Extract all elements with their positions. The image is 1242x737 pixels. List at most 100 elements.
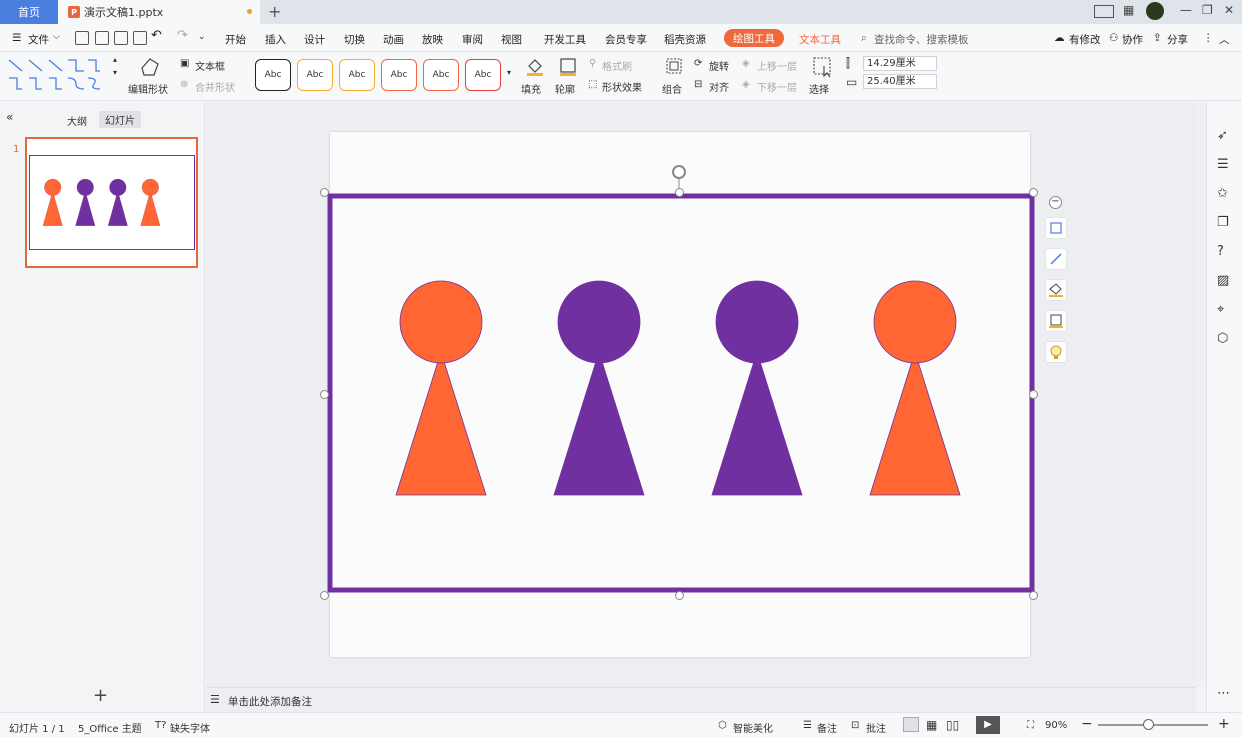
hamburger-icon[interactable]: ☰ (12, 32, 21, 44)
connector-gallery[interactable] (6, 56, 118, 94)
menu-review[interactable]: 审阅 (462, 32, 483, 47)
shape-style-5[interactable]: Abc (423, 59, 459, 91)
missing-font-button[interactable]: 缺失字体 (170, 720, 210, 735)
text-box-button[interactable]: 文本框 (195, 58, 225, 73)
image-icon[interactable]: ▨ (1217, 273, 1229, 288)
lightbulb-float-icon[interactable] (1045, 341, 1067, 363)
help-icon[interactable]: ? (1217, 244, 1224, 259)
zoom-level[interactable]: 90% (1045, 720, 1067, 731)
bring-forward-button[interactable]: 上移一层 (757, 58, 797, 73)
star-icon[interactable]: ✩ (1217, 186, 1228, 201)
comments-button[interactable]: 批注 (866, 720, 886, 735)
notes-bar[interactable]: ☰ 单击此处添加备注 (206, 687, 1196, 712)
merge-shape-button[interactable]: 合并形状 (195, 79, 235, 94)
outline-float-icon[interactable] (1045, 310, 1067, 332)
align-button[interactable]: 对齐 (709, 79, 729, 94)
shape-style-2[interactable]: Abc (297, 59, 333, 91)
zoom-in-icon[interactable]: + (1218, 716, 1230, 732)
notes-toggle-button[interactable]: 备注 (817, 720, 837, 735)
figure-body-4[interactable] (869, 350, 961, 496)
close-icon[interactable]: ✕ (1224, 3, 1234, 17)
tab-drawing-tools[interactable]: 绘图工具 (724, 29, 784, 47)
figure-head-3[interactable] (109, 178, 127, 196)
zoom-out-icon[interactable]: − (1081, 716, 1093, 732)
resize-handle-se[interactable] (1029, 591, 1038, 600)
smart-beautify-button[interactable]: 智能美化 (733, 720, 773, 735)
undo-icon[interactable]: ↶ (151, 28, 162, 43)
zoom-slider-thumb[interactable] (1143, 719, 1154, 730)
layout-icon[interactable] (1094, 5, 1114, 18)
gallery-scroll-down-icon[interactable]: ▾ (113, 68, 117, 77)
figure-body-1[interactable] (42, 190, 63, 226)
shape-effect-button[interactable]: 形状效果 (602, 79, 642, 94)
collapse-ribbon-icon[interactable]: ︿ (1219, 32, 1230, 47)
minimize-icon[interactable]: — (1180, 3, 1192, 17)
figure-head-1[interactable] (44, 178, 62, 196)
redo-icon[interactable]: ↷ (177, 28, 188, 43)
shape-style-1[interactable]: Abc (255, 59, 291, 91)
figure-head-3[interactable] (715, 280, 799, 364)
menu-member[interactable]: 会员专享 (605, 32, 647, 47)
command-search-input[interactable]: 查找命令、搜索模板 (874, 32, 969, 47)
new-tab-button[interactable]: + (268, 2, 281, 21)
menu-docer[interactable]: 稻壳资源 (664, 32, 706, 47)
box-icon[interactable]: ⬡ (1217, 331, 1228, 346)
print-icon[interactable] (114, 31, 128, 45)
resize-handle-ne[interactable] (1029, 188, 1038, 197)
menu-slideshow[interactable]: 放映 (422, 32, 443, 47)
add-slide-button[interactable]: + (93, 685, 108, 706)
figure-body-1[interactable] (395, 350, 487, 496)
menu-animation[interactable]: 动画 (383, 32, 404, 47)
figure-body-3[interactable] (711, 350, 803, 496)
tab-home[interactable]: 首页 (0, 0, 58, 24)
figure-body-3[interactable] (107, 190, 128, 226)
shape-style-3[interactable]: Abc (339, 59, 375, 91)
location-icon[interactable]: ⌖ (1217, 302, 1224, 317)
resize-handle-e[interactable] (1029, 390, 1038, 399)
theme-name[interactable]: 5_Office 主题 (78, 720, 142, 735)
grid-icon[interactable]: ▦ (1123, 3, 1134, 17)
resize-handle-s[interactable] (675, 591, 684, 600)
customize-icon[interactable]: ⌄ (198, 32, 206, 42)
menu-insert[interactable]: 插入 (265, 32, 286, 47)
share-button[interactable]: 分享 (1167, 32, 1188, 47)
tab-outline[interactable]: 大纲 (67, 113, 87, 128)
menu-transition[interactable]: 切换 (344, 32, 365, 47)
more-options-icon[interactable]: ⋯ (1217, 686, 1230, 701)
slide-thumbnail[interactable] (25, 137, 198, 268)
group-button[interactable]: 组合 (662, 81, 682, 96)
resize-handle-sw[interactable] (320, 591, 329, 600)
collapse-float-icon[interactable]: − (1049, 196, 1062, 209)
fill-float-icon[interactable] (1045, 279, 1067, 301)
resize-handle-nw[interactable] (320, 188, 329, 197)
play-slideshow-icon[interactable]: ▶ (976, 716, 1000, 734)
send-backward-button[interactable]: 下移一层 (757, 79, 797, 94)
edit-shape-button[interactable]: 编辑形状 (128, 81, 168, 96)
figure-head-2[interactable] (76, 178, 94, 196)
notes-placeholder[interactable]: 单击此处添加备注 (228, 694, 312, 709)
height-input[interactable]: 14.29厘米 (863, 56, 937, 71)
copy-icon[interactable]: ❐ (1217, 215, 1229, 230)
rocket-icon[interactable]: ➶ (1217, 128, 1228, 143)
menu-developer[interactable]: 开发工具 (544, 32, 586, 47)
sliders-icon[interactable]: ☰ (1217, 157, 1229, 172)
shape-style-float-icon[interactable] (1045, 217, 1067, 239)
menu-home[interactable]: 开始 (225, 32, 246, 47)
style-more-icon[interactable]: ▾ (507, 68, 511, 77)
export-pdf-icon[interactable] (95, 31, 109, 45)
collaborate-button[interactable]: 协作 (1122, 32, 1143, 47)
menu-design[interactable]: 设计 (304, 32, 325, 47)
save-icon[interactable] (75, 31, 89, 45)
pen-float-icon[interactable] (1045, 248, 1067, 270)
figure-head-4[interactable] (873, 280, 957, 364)
print-preview-icon[interactable] (133, 31, 147, 45)
outline-button[interactable]: 轮廓 (555, 81, 575, 96)
gallery-scroll-up-icon[interactable]: ▴ (113, 55, 117, 64)
resize-handle-n[interactable] (675, 188, 684, 197)
menu-file[interactable]: 文件 (28, 32, 49, 47)
format-painter-button[interactable]: 格式刷 (602, 58, 632, 73)
rotate-button[interactable]: 旋转 (709, 58, 729, 73)
fit-window-icon[interactable]: ⛶ (1027, 720, 1034, 731)
shape-style-4[interactable]: Abc (381, 59, 417, 91)
figure-head-1[interactable] (399, 280, 483, 364)
